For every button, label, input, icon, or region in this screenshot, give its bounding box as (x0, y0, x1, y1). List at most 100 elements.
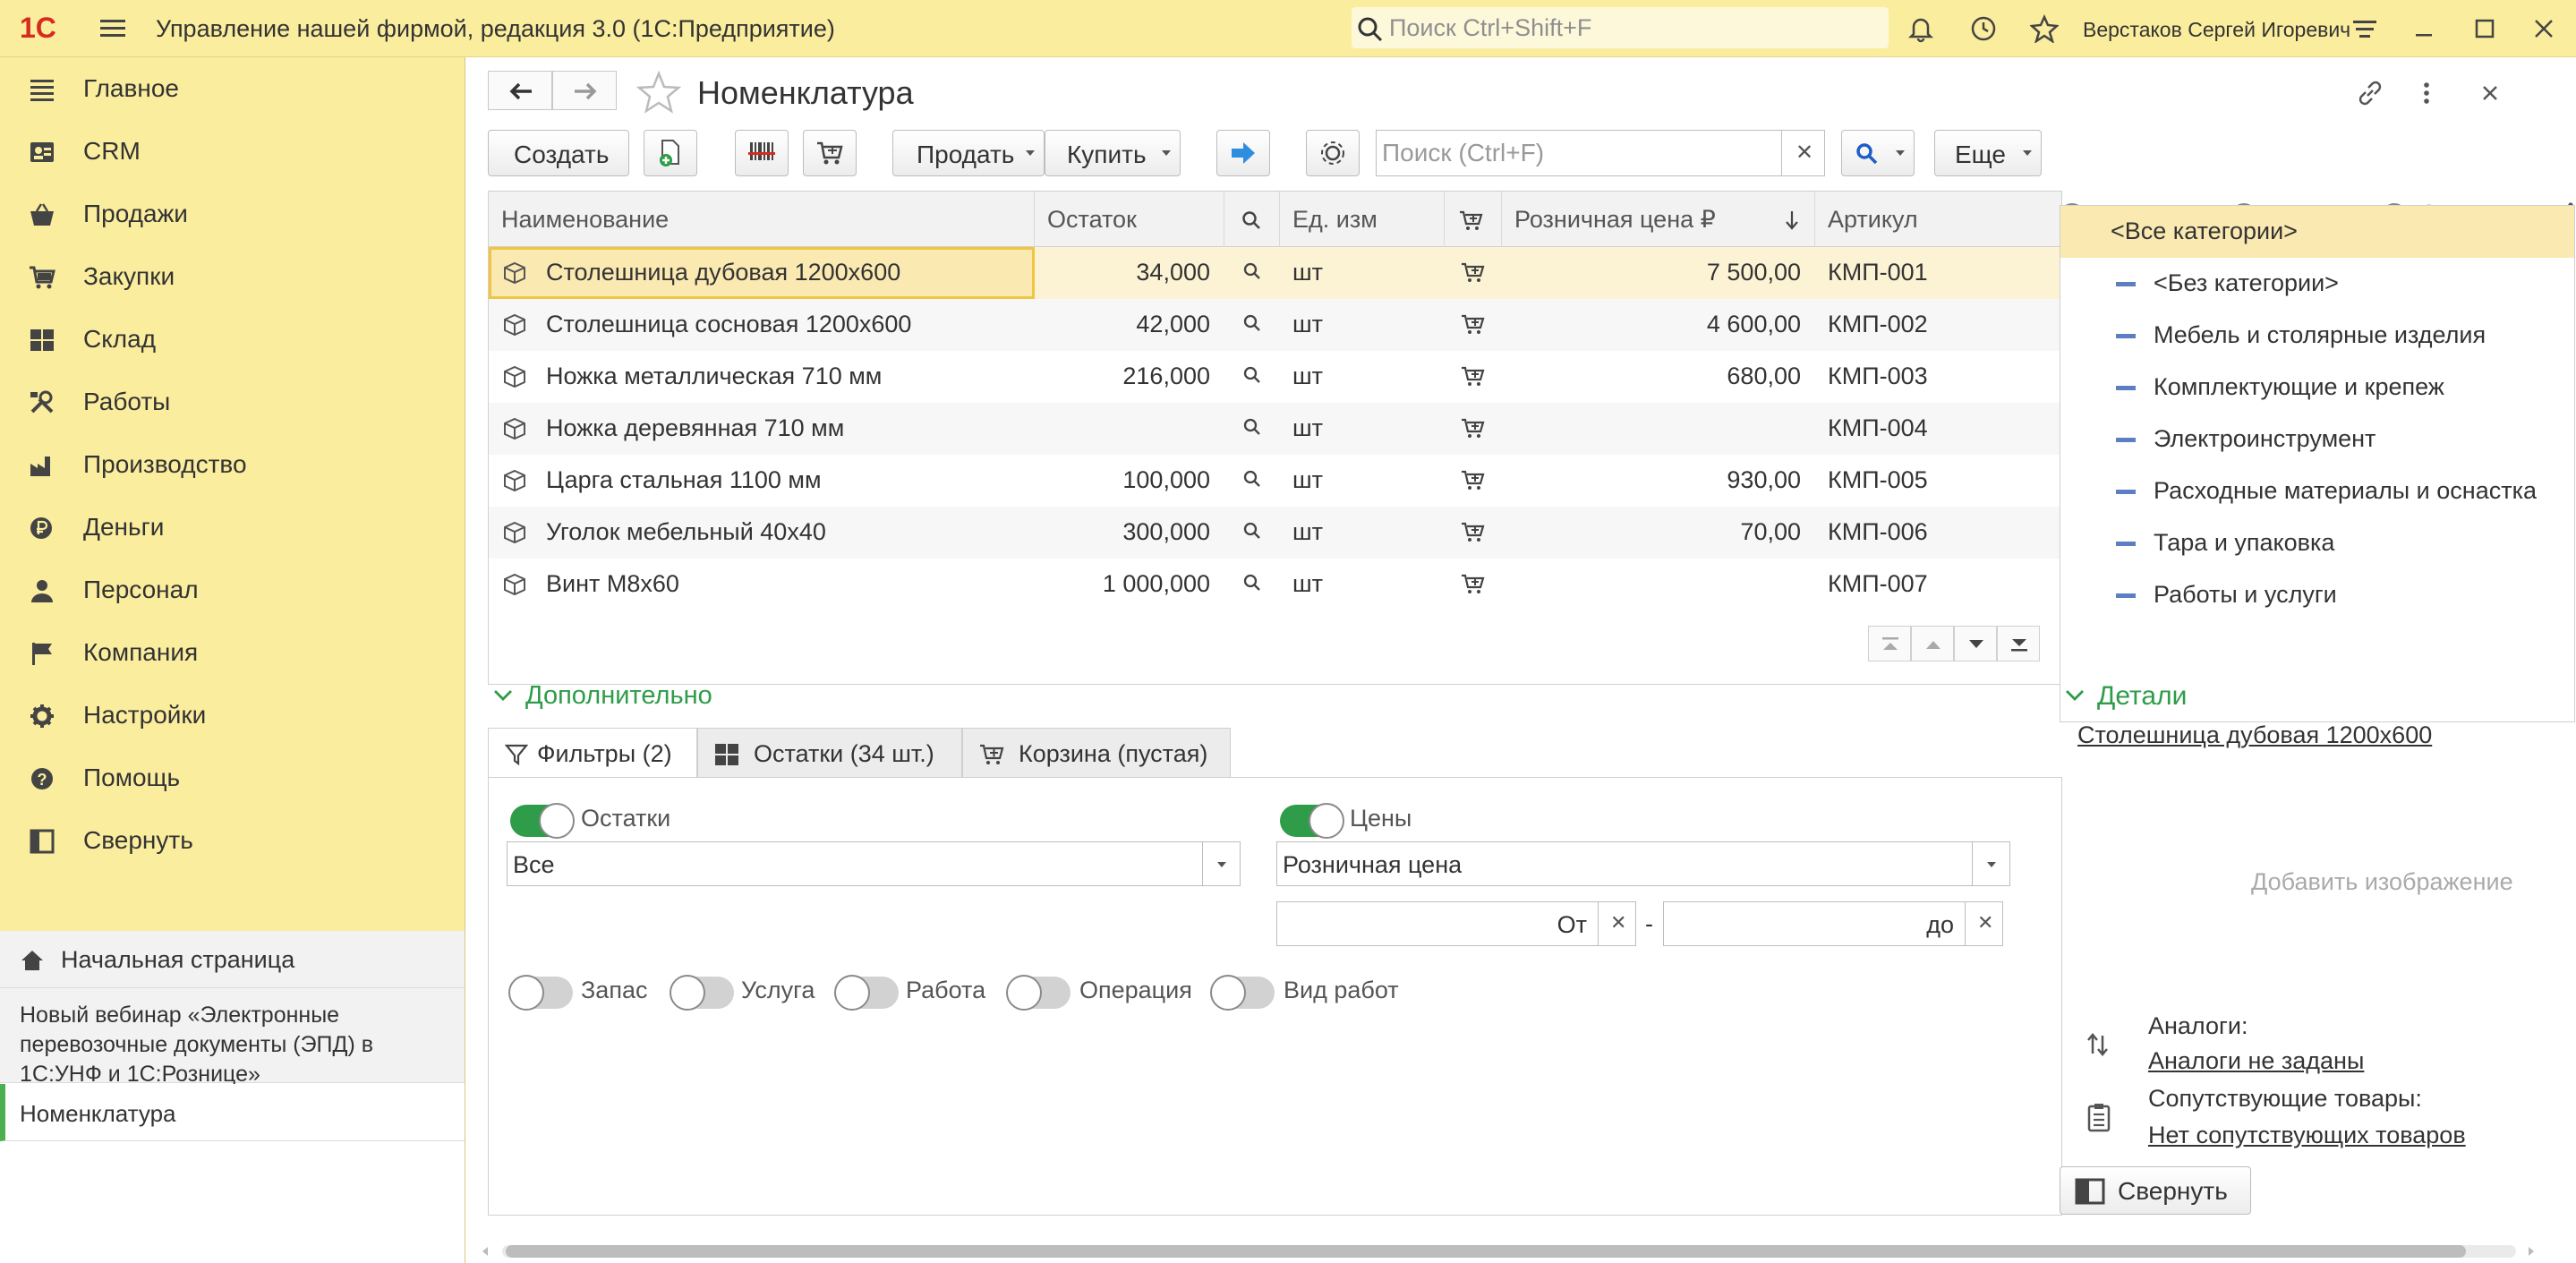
cell-cart[interactable] (1445, 559, 1502, 610)
table-row[interactable]: Винт М8х60 1 000,000 шт КМП-007 (489, 559, 2061, 610)
column-header-name[interactable]: Наименование (489, 192, 1035, 247)
cart-icon[interactable] (1461, 521, 1486, 542)
cell-name[interactable]: Ножка металлическая 710 мм (489, 351, 1035, 403)
back-button[interactable] (488, 71, 552, 110)
table-row[interactable]: Царга стальная 1100 мм 100,000 шт 930,00 КМП… (489, 455, 2061, 507)
search-icon[interactable] (1242, 521, 1262, 541)
category-item[interactable]: Мебель и столярные изделия (2060, 310, 2574, 362)
category-item[interactable]: Комплектующие и крепеж (2060, 362, 2574, 414)
list-search-field[interactable]: ✕ (1376, 130, 1825, 176)
column-header-price[interactable]: Розничная цена ₽ (1502, 192, 1815, 247)
cell-name[interactable]: Столешница дубовая 1200х600 (489, 247, 1035, 299)
barcode-button[interactable] (735, 130, 789, 176)
settings-button[interactable] (1306, 130, 1360, 176)
chevron-down-icon[interactable] (1972, 842, 2009, 885)
clear-price-from-button[interactable]: ✕ (1598, 902, 1635, 945)
type-toggle-service[interactable] (670, 975, 734, 1011)
column-header-stock-search[interactable] (1224, 192, 1280, 247)
details-item-link[interactable]: Столешница дубовая 1200х600 (2077, 721, 2432, 749)
sidebar-item-money[interactable]: Деньги (0, 496, 465, 559)
scroll-top-button[interactable] (1868, 626, 1911, 661)
cell-stock[interactable]: 300,000 (1035, 507, 1224, 559)
scroll-down-button[interactable] (1954, 626, 1997, 661)
column-header-stock[interactable]: Остаток (1035, 192, 1224, 247)
related-goods-link[interactable]: Нет сопутствующих товаров (2148, 1122, 2466, 1149)
user-name[interactable]: Верстаков Сергей Игоревич (2083, 18, 2350, 42)
scroll-right-icon[interactable] (2525, 1245, 2538, 1258)
scroll-up-button[interactable] (1911, 626, 1954, 661)
search-icon[interactable] (1242, 261, 1262, 281)
sidebar-item-sales[interactable]: Продажи (0, 183, 465, 245)
sidebar-item-main[interactable]: Главное (0, 57, 465, 120)
category-item[interactable]: <Все категории> (2060, 206, 2574, 258)
add-image-link[interactable]: Добавить изображение (2251, 868, 2513, 896)
cell-sku[interactable]: КМП-001 (1815, 247, 2061, 299)
settings-lines-icon[interactable] (2350, 14, 2379, 43)
prices-filter-toggle[interactable] (1280, 803, 1344, 839)
cell-cart[interactable] (1445, 299, 1502, 351)
cell-unit[interactable]: шт (1280, 455, 1445, 507)
cell-name[interactable]: Винт М8х60 (489, 559, 1035, 610)
cell-unit[interactable]: шт (1280, 507, 1445, 559)
close-form-icon[interactable] (2475, 78, 2505, 108)
forward-button[interactable] (552, 71, 617, 110)
chevron-down-icon[interactable] (1202, 842, 1240, 885)
cell-stock[interactable] (1035, 403, 1224, 455)
cell-name[interactable]: Царга стальная 1100 мм (489, 455, 1035, 507)
cart-button[interactable] (803, 130, 857, 176)
cell-price[interactable] (1502, 403, 1815, 455)
cell-sku[interactable]: КМП-002 (1815, 299, 2061, 351)
cart-icon[interactable] (1461, 417, 1486, 439)
price-from-field[interactable]: ✕ (1276, 901, 1636, 946)
scrollbar-thumb[interactable] (506, 1245, 2466, 1258)
price-to-input[interactable] (1669, 909, 1954, 940)
cell-name[interactable]: Уголок мебельный 40х40 (489, 507, 1035, 559)
global-search-input[interactable] (1389, 13, 1872, 43)
send-button[interactable] (1216, 130, 1270, 176)
cell-name[interactable]: Столешница сосновая 1200х600 (489, 299, 1035, 351)
column-header-unit[interactable]: Ед. изм (1280, 192, 1445, 247)
webinar-window-link[interactable]: Новый вебинар «Электронные перевозочные … (0, 988, 465, 1087)
cell-stock[interactable]: 34,000 (1035, 247, 1224, 299)
horizontal-scrollbar[interactable] (466, 1240, 2576, 1263)
cell-price[interactable]: 680,00 (1502, 351, 1815, 403)
cell-cart[interactable] (1445, 507, 1502, 559)
create-copy-button[interactable] (644, 130, 697, 176)
cell-stock-search[interactable] (1224, 455, 1280, 507)
table-row[interactable]: Столешница дубовая 1200х600 34,000 шт 7 500… (489, 247, 2061, 299)
cell-price[interactable] (1502, 559, 1815, 610)
minimize-icon[interactable] (2410, 14, 2438, 43)
cell-unit[interactable]: шт (1280, 247, 1445, 299)
sidebar-item-staff[interactable]: Персонал (0, 559, 465, 621)
cell-stock-search[interactable] (1224, 247, 1280, 299)
favorite-star-icon[interactable] (636, 71, 681, 114)
create-button[interactable]: Создать (488, 130, 629, 176)
cell-unit[interactable]: шт (1280, 299, 1445, 351)
category-item[interactable]: Работы и услуги (2060, 569, 2574, 621)
sidebar-item-warehouse[interactable]: Склад (0, 308, 465, 371)
tab-cart[interactable]: Корзина (пустая) (962, 728, 1231, 778)
cell-cart[interactable] (1445, 455, 1502, 507)
tab-filters[interactable]: Фильтры (2) (488, 728, 697, 778)
search-icon[interactable] (1242, 313, 1262, 333)
scroll-left-icon[interactable] (479, 1245, 491, 1258)
stock-filter-toggle[interactable] (510, 803, 575, 839)
more-button[interactable]: Еще (1934, 130, 2042, 176)
type-toggle-work-kind[interactable] (1210, 975, 1275, 1011)
home-page-link[interactable]: Начальная страница (0, 931, 465, 988)
type-toggle-work[interactable] (834, 975, 899, 1011)
category-item[interactable]: Тара и упаковка (2060, 517, 2574, 569)
cart-icon[interactable] (1461, 313, 1486, 335)
table-row[interactable]: Ножка деревянная 710 мм шт КМП-004 (489, 403, 2061, 455)
cell-unit[interactable]: шт (1280, 403, 1445, 455)
clear-search-button[interactable]: ✕ (1781, 131, 1824, 175)
sidebar-item-collapse[interactable]: Свернуть (0, 809, 465, 872)
stock-filter-select[interactable]: Все (507, 841, 1241, 886)
cell-price[interactable]: 930,00 (1502, 455, 1815, 507)
global-search[interactable] (1352, 7, 1889, 48)
cell-price[interactable]: 7 500,00 (1502, 247, 1815, 299)
close-window-icon[interactable] (2529, 14, 2558, 43)
analogs-link[interactable]: Аналоги не заданы (2148, 1047, 2364, 1075)
cell-sku[interactable]: КМП-004 (1815, 403, 2061, 455)
hamburger-menu-icon[interactable] (98, 16, 127, 41)
